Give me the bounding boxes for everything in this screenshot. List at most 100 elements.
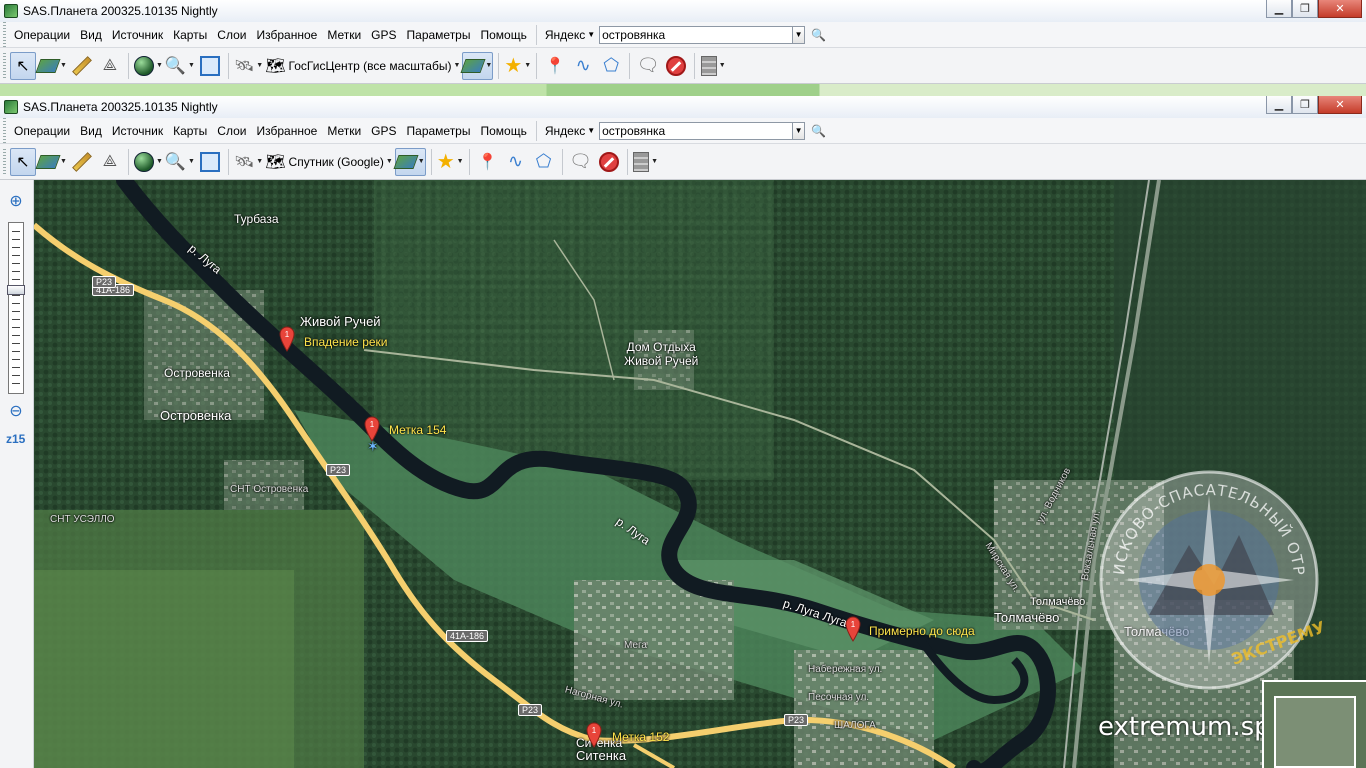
search-history-dropdown[interactable]: ▼: [793, 25, 806, 44]
menu-gps[interactable]: GPS: [366, 118, 401, 144]
map-source-label: ГосГисЦентр (все масштабы): [288, 58, 452, 73]
search-input[interactable]: островянка: [599, 25, 794, 44]
menu-settings[interactable]: Параметры: [402, 22, 476, 48]
no-entry-icon: [598, 151, 619, 172]
search-icon[interactable]: 🔍: [811, 28, 826, 42]
placemark-label[interactable]: Впадение реки: [304, 335, 388, 349]
grip-icon: [3, 148, 6, 175]
add-placemark-button[interactable]: 📍: [475, 148, 501, 176]
search-history-dropdown[interactable]: ▼: [793, 121, 806, 140]
star-icon: ★: [504, 55, 523, 77]
zoom-in-button[interactable]: ⊕: [6, 192, 26, 212]
minimap[interactable]: [1262, 680, 1366, 768]
minimize-button[interactable]: ▁: [1266, 0, 1292, 18]
satellite-button[interactable]: 🛰 ▼: [234, 148, 263, 176]
compass-tool-button[interactable]: ⟁: [97, 148, 123, 176]
ruler-tool-button[interactable]: [69, 148, 95, 176]
menu-help[interactable]: Помощь: [475, 118, 531, 144]
map-source-selector[interactable]: 🗺 Спутник (Google) ▼: [265, 148, 393, 176]
globe-icon: [133, 151, 154, 172]
cache-button[interactable]: ▼: [633, 148, 659, 176]
globe-button[interactable]: ▼: [133, 148, 163, 176]
minimize-button[interactable]: ▁: [1266, 96, 1292, 114]
map-source-selector[interactable]: 🗺 ГосГисЦентр (все масштабы) ▼: [265, 52, 460, 80]
marks-manager-button[interactable]: 🗨: [635, 52, 661, 80]
menu-marks[interactable]: Метки: [322, 22, 366, 48]
map-view[interactable]: Турбаза р. Луга Живой Ручей Дом Отдыха Ж…: [34, 180, 1366, 768]
cursor-icon: ↖: [16, 57, 30, 75]
zoom-slider-thumb[interactable]: [7, 285, 25, 295]
menu-settings[interactable]: Параметры: [402, 118, 476, 144]
favorites-button[interactable]: ★ ▼: [437, 148, 464, 176]
search-input[interactable]: островянка: [599, 121, 794, 140]
fullscreen-button[interactable]: [197, 148, 223, 176]
path-icon: ∿: [508, 151, 524, 171]
select-tool-button[interactable]: ↖: [10, 51, 36, 80]
globe-button[interactable]: ▼: [133, 52, 163, 80]
menu-favorites[interactable]: Избранное: [251, 118, 322, 144]
favorites-button[interactable]: ★ ▼: [504, 52, 531, 80]
close-button[interactable]: ✕: [1318, 0, 1362, 18]
menu-source[interactable]: Источник: [107, 22, 168, 48]
zoom-panel: ⊕ ⊖ z15: [0, 180, 34, 768]
close-button[interactable]: ✕: [1318, 96, 1362, 114]
zoom-slider[interactable]: [7, 222, 25, 394]
window2-titlebar[interactable]: SAS.Планета 200325.10135 Nightly ▁ ❐ ✕: [0, 96, 1366, 118]
placemark-pin-icon[interactable]: 1: [586, 722, 602, 748]
search-provider-select[interactable]: Яндекс ▼: [545, 124, 595, 138]
place-label: Дом Отдыха Живой Ручей: [624, 340, 699, 368]
menu-source[interactable]: Источник: [107, 118, 168, 144]
window1-titlebar[interactable]: SAS.Планета 200325.10135 Nightly ▁ ❐ ✕: [0, 0, 1366, 22]
placemark-label[interactable]: Примерно до сюда: [869, 624, 975, 638]
add-placemark-button[interactable]: 📍: [542, 52, 568, 80]
placemark-label[interactable]: Метка 152: [612, 730, 669, 744]
ruler-tool-button[interactable]: [69, 52, 95, 80]
menu-operations[interactable]: Операции: [9, 22, 75, 48]
menu-favorites[interactable]: Избранное: [251, 22, 322, 48]
menu-view[interactable]: Вид: [75, 118, 107, 144]
select-tool-button[interactable]: ↖: [10, 147, 36, 176]
menu-layers[interactable]: Слои: [212, 22, 251, 48]
add-path-button[interactable]: ∿: [503, 148, 529, 176]
add-polygon-button[interactable]: ⬠: [598, 52, 624, 80]
layer-overlay-button[interactable]: ▼: [393, 147, 426, 176]
road-number-badge: 41А-186: [446, 630, 489, 642]
menu-operations[interactable]: Операции: [9, 118, 75, 144]
no-entry-icon: [666, 55, 687, 76]
zoom-tool-button[interactable]: 🔍 ▼: [165, 52, 195, 80]
hide-marks-button[interactable]: [596, 148, 622, 176]
marks-manager-button[interactable]: 🗨: [568, 148, 594, 176]
minimap-viewport[interactable]: [1274, 696, 1356, 768]
menu-view[interactable]: Вид: [75, 22, 107, 48]
cache-button[interactable]: ▼: [700, 52, 726, 80]
grip-icon: [3, 117, 6, 144]
add-path-button[interactable]: ∿: [570, 52, 596, 80]
add-polygon-button[interactable]: ⬠: [531, 148, 557, 176]
menu-layers[interactable]: Слои: [212, 118, 251, 144]
placemark-pin-icon[interactable]: 1: [845, 616, 861, 642]
layer-overlay-button[interactable]: ▼: [460, 51, 494, 80]
zoom-out-button[interactable]: ⊖: [6, 402, 26, 422]
compass-tool-button[interactable]: ⟁: [97, 52, 123, 80]
placemark-label[interactable]: Метка 154: [389, 423, 446, 437]
svg-text:1: 1: [285, 330, 290, 339]
menu-gps[interactable]: GPS: [366, 22, 401, 48]
window1-controls: ▁ ❐ ✕: [1266, 0, 1362, 18]
layers-tool-button[interactable]: ▼: [35, 148, 67, 176]
map-source-label: Спутник (Google): [288, 154, 384, 169]
search-provider-select[interactable]: Яндекс ▼: [545, 28, 595, 42]
layers-tool-button[interactable]: ▼: [35, 52, 67, 80]
hide-marks-button[interactable]: [663, 52, 689, 80]
window2-toolbar: ↖ ▼ ⟁ ▼ 🔍 ▼ 🛰 ▼ 🗺 Спутник (Google) ▼ ▼ ★ ▼ 📍 …: [0, 144, 1366, 180]
fullscreen-button[interactable]: [197, 52, 223, 80]
menu-maps[interactable]: Карты: [168, 22, 212, 48]
zoom-tool-button[interactable]: 🔍 ▼: [165, 148, 195, 176]
maximize-button[interactable]: ❐: [1292, 96, 1318, 114]
placemark-pin-icon[interactable]: 1: [279, 326, 295, 352]
search-icon[interactable]: 🔍: [811, 124, 826, 138]
menu-marks[interactable]: Метки: [322, 118, 366, 144]
menu-help[interactable]: Помощь: [475, 22, 531, 48]
maximize-button[interactable]: ❐: [1292, 0, 1318, 18]
menu-maps[interactable]: Карты: [168, 118, 212, 144]
satellite-button[interactable]: 🛰 ▼: [234, 52, 263, 80]
